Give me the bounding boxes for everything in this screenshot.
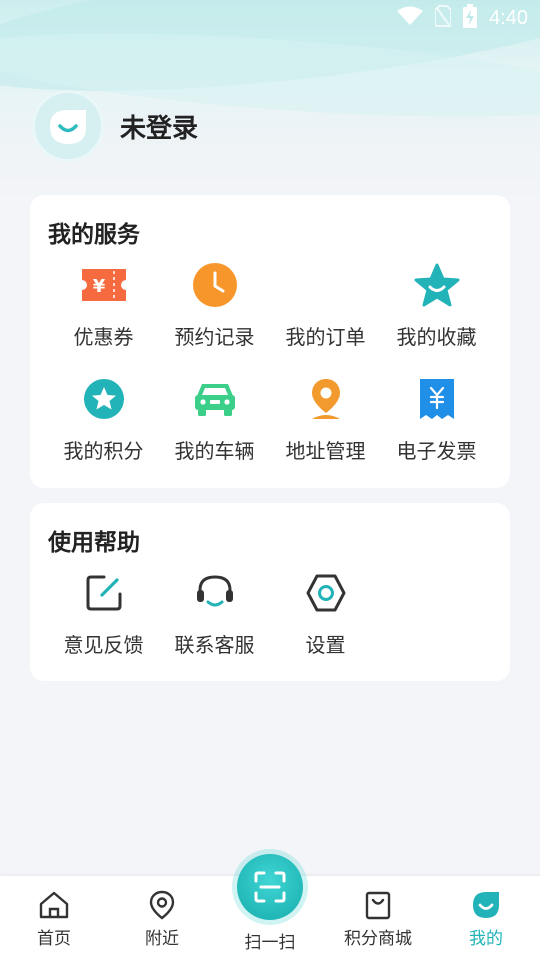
coupon-icon: ¥ <box>80 263 128 307</box>
tab-mine[interactable]: 我的 <box>432 890 540 949</box>
scan-button[interactable] <box>237 854 303 920</box>
help-title: 使用帮助 <box>48 530 140 556</box>
profile-section[interactable]: 未登录 <box>32 90 198 162</box>
service-appointments[interactable]: 预约记录 <box>159 263 270 350</box>
points-icon <box>83 377 125 421</box>
service-coupon[interactable]: ¥ 优惠券 <box>48 263 159 350</box>
no-sim-icon <box>434 5 453 31</box>
services-title: 我的服务 <box>48 222 140 248</box>
wifi-icon <box>397 6 424 30</box>
battery-charging-icon <box>463 4 478 32</box>
help-feedback[interactable]: 意见反馈 <box>48 571 159 658</box>
tab-nearby[interactable]: 附近 <box>108 890 216 949</box>
avatar-face-icon <box>50 110 86 144</box>
service-addresses[interactable]: 地址管理 <box>270 377 381 464</box>
star-icon <box>414 263 460 307</box>
status-bar: 4:40 <box>0 0 540 36</box>
bottom-tab-bar: 首页 附近 扫一扫 积分商城 我的 <box>0 854 540 960</box>
help-customer-service[interactable]: 联系客服 <box>159 571 270 658</box>
service-favorites[interactable]: 我的收藏 <box>381 263 492 350</box>
help-card: 使用帮助 意见反馈 联系客服 设置 <box>30 503 510 681</box>
tab-home[interactable]: 首页 <box>0 890 108 949</box>
service-orders[interactable]: 我的订单 <box>270 263 381 350</box>
location-icon <box>309 377 343 421</box>
help-settings[interactable]: 设置 <box>270 571 381 658</box>
service-invoices[interactable]: 电子发票 <box>381 377 492 464</box>
tab-points-mall[interactable]: 积分商城 <box>324 890 432 949</box>
car-icon <box>193 377 237 421</box>
scan-icon <box>254 871 286 903</box>
shopping-bag-icon <box>365 891 391 920</box>
service-vehicles[interactable]: 我的车辆 <box>159 377 270 464</box>
scan-label[interactable]: 扫一扫 <box>216 928 324 953</box>
clock-icon <box>192 263 238 307</box>
settings-icon <box>305 571 347 615</box>
feedback-icon <box>84 571 124 615</box>
svg-text:¥: ¥ <box>92 276 105 297</box>
invoice-icon <box>418 377 456 421</box>
service-points[interactable]: 我的积分 <box>48 377 159 464</box>
map-pin-icon <box>149 890 175 920</box>
profile-icon <box>473 892 499 918</box>
home-icon <box>39 891 69 919</box>
services-card: 我的服务 ¥ 优惠券 预约记录 我的订单 我的收藏 我的积分 我的车辆 地址管理… <box>30 195 510 488</box>
headset-icon <box>194 571 236 615</box>
avatar[interactable] <box>32 90 104 162</box>
login-status[interactable]: 未登录 <box>120 108 198 145</box>
status-time: 4:40 <box>489 6 528 29</box>
